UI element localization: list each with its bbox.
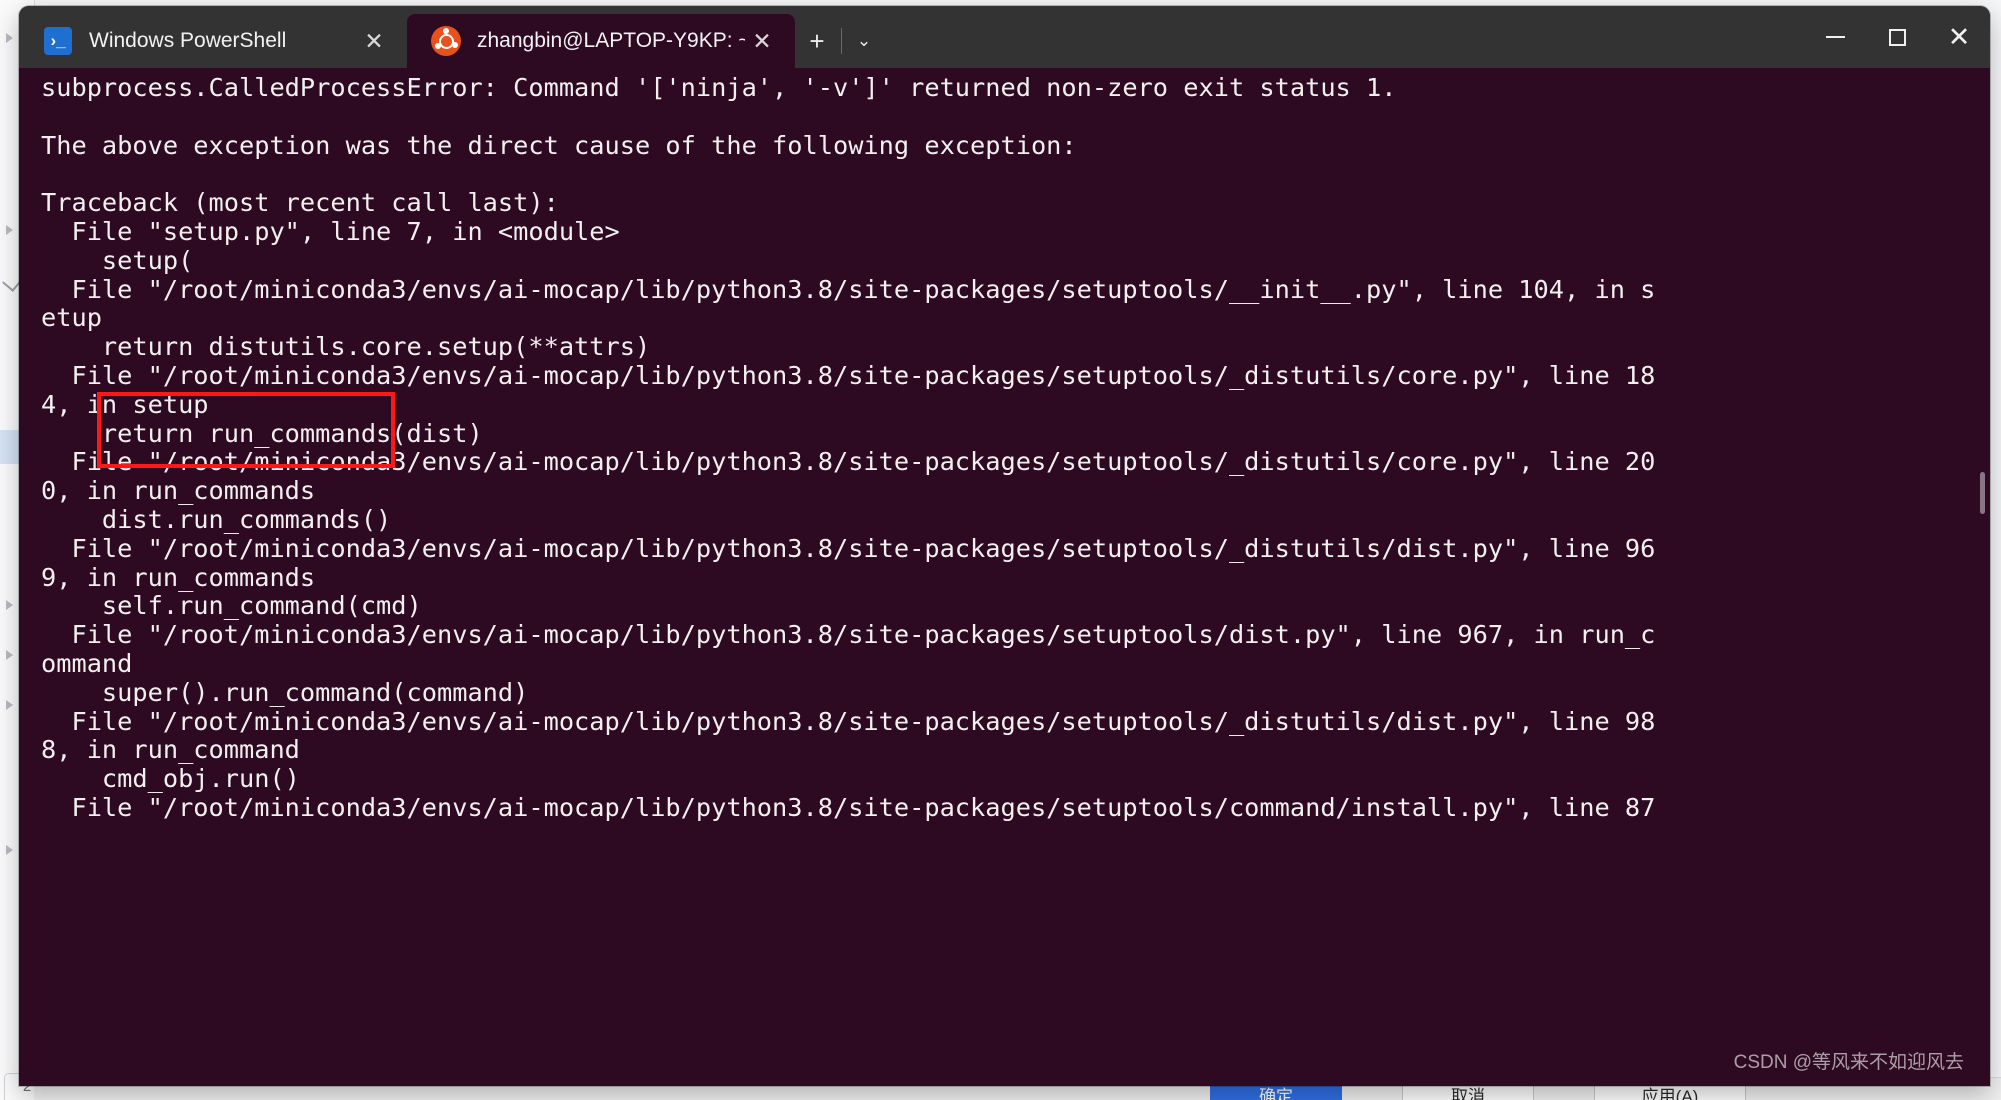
- chevron-right-icon: [6, 33, 13, 43]
- window-controls: ✕: [1804, 6, 1990, 68]
- tab-close-icon[interactable]: ✕: [745, 24, 779, 58]
- chevron-right-icon: [6, 600, 13, 610]
- close-window-button[interactable]: ✕: [1928, 6, 1990, 68]
- csdn-watermark: CSDN @等风来不如迎风去: [1733, 1052, 1964, 1073]
- tab-title: Windows PowerShell: [89, 29, 287, 52]
- terminal-window: ›_ Windows PowerShell ✕ zhangbin@LAPTOP-…: [19, 6, 1990, 1086]
- tab-ubuntu-zhangbin[interactable]: zhangbin@LAPTOP-Y9KP: ~ ✕: [407, 14, 795, 68]
- tab-close-icon[interactable]: ✕: [357, 24, 391, 58]
- powershell-icon: ›_: [43, 26, 73, 56]
- tab-strip: ›_ Windows PowerShell ✕ zhangbin@LAPTOP-…: [19, 6, 1990, 68]
- toolbar-divider: [841, 28, 842, 54]
- tab-title: zhangbin@LAPTOP-Y9KP: ~: [477, 29, 745, 52]
- chevron-right-icon: [6, 225, 13, 235]
- chevron-right-icon: [6, 700, 13, 710]
- terminal-output: subprocess.CalledProcessError: Command '…: [41, 73, 1656, 822]
- minimize-button[interactable]: [1804, 6, 1866, 68]
- chevron-down-icon[interactable]: ⌄: [844, 14, 884, 68]
- tab-windows-powershell[interactable]: ›_ Windows PowerShell ✕: [19, 14, 407, 68]
- new-tab-button[interactable]: +: [795, 14, 839, 68]
- chevron-right-icon: [6, 650, 13, 660]
- maximize-button[interactable]: [1866, 6, 1928, 68]
- ubuntu-icon: [431, 26, 461, 56]
- terminal-scrollbar-thumb[interactable]: [1980, 472, 1985, 514]
- chevron-right-icon: [6, 845, 13, 855]
- terminal-body[interactable]: subprocess.CalledProcessError: Command '…: [19, 68, 1990, 1086]
